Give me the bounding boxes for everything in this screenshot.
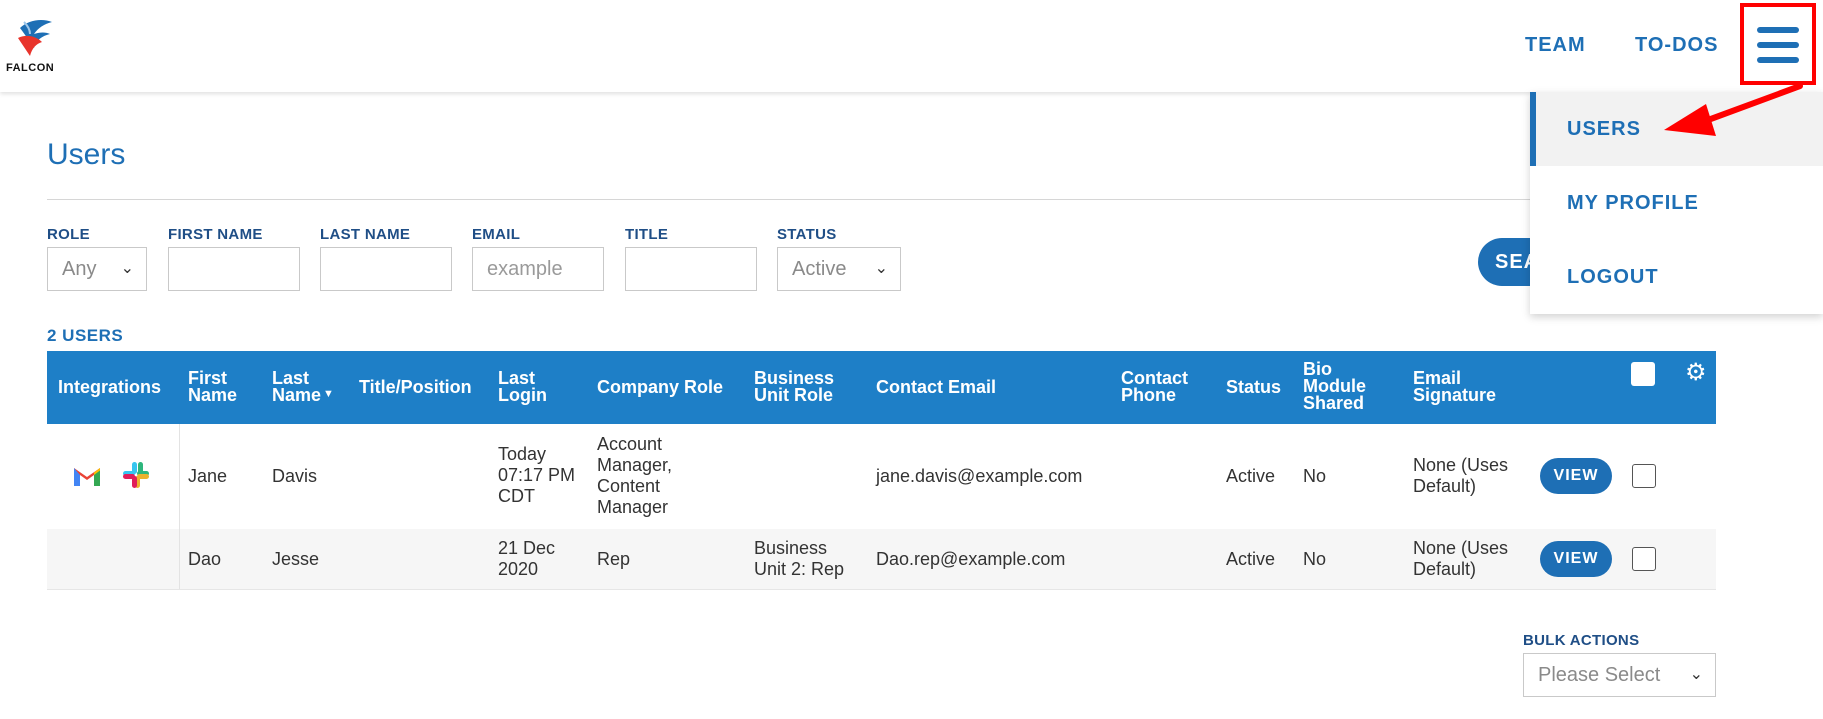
- col-integrations: Integrations: [58, 377, 162, 397]
- email-label: EMAIL: [472, 226, 521, 243]
- nav-team[interactable]: TEAM: [1525, 34, 1586, 57]
- annotation-arrow-icon: [1664, 83, 1803, 136]
- bulk-actions-label: BULK ACTIONS: [1523, 632, 1640, 649]
- cell-company-role-line: Manager,: [597, 455, 673, 475]
- hamburger-icon[interactable]: [1757, 27, 1799, 63]
- cell-last-name: Jesse: [272, 549, 320, 569]
- cell-status: Active: [1226, 466, 1276, 486]
- role-label: ROLE: [47, 226, 90, 243]
- cell-email-signature-line: Default): [1413, 559, 1477, 579]
- cell-last-login-line: Today: [498, 444, 547, 464]
- bulk-actions-select[interactable]: Please Select ⌄: [1523, 653, 1716, 697]
- table-header: Integrations First Name Last Name ▼ Title…: [47, 351, 1716, 424]
- table-row: Jane Davis Today 07:17 PM CDT Account Ma…: [47, 424, 1716, 530]
- cell-email-signature-line: None (Uses: [1413, 455, 1509, 475]
- cell-business-unit-role: Business Unit 2: Rep: [754, 538, 844, 580]
- col-email-signature-line: Signature: [1413, 385, 1497, 405]
- cell-company-role-line: Account: [597, 434, 663, 454]
- col-email-signature[interactable]: Email Signature: [1413, 369, 1497, 405]
- cell-email-signature-line: None (Uses: [1413, 538, 1509, 558]
- cell-last-name: Davis: [272, 466, 318, 486]
- falcon-logo[interactable]: FALCON: [6, 18, 66, 76]
- cell-email-signature: None (Uses Default): [1413, 455, 1508, 497]
- cell-last-login: 21 Dec 2020: [498, 538, 555, 580]
- page-title: Users: [47, 138, 126, 171]
- cell-contact-email: jane.davis@example.com: [876, 466, 1083, 486]
- col-business-unit-role-line: Unit Role: [754, 385, 833, 405]
- top-header: FALCON TEAM TO-DOS: [0, 0, 1823, 92]
- chevron-down-icon: ⌄: [120, 260, 134, 277]
- col-title-position[interactable]: Title/Position: [359, 378, 472, 396]
- cell-last-login-line: CDT: [498, 486, 535, 506]
- col-company-role[interactable]: Company Role: [597, 378, 723, 396]
- menu-highlight-box: [1740, 3, 1816, 85]
- col-contact-phone-line: Phone: [1121, 385, 1177, 405]
- sort-desc-icon: ▼: [323, 388, 334, 400]
- cell-contact-email: Dao.rep@example.com: [876, 549, 1066, 569]
- cell-last-login-line: 07:17 PM: [498, 465, 576, 485]
- role-select[interactable]: Any ⌄: [47, 247, 147, 291]
- view-button[interactable]: VIEW: [1540, 458, 1612, 494]
- title-label: TITLE: [625, 226, 669, 243]
- col-last-login-line: Login: [498, 385, 547, 405]
- table-row: Dao Jesse 21 Dec 2020 Rep Business Unit …: [47, 529, 1716, 590]
- col-first-name-line: Name: [188, 385, 238, 405]
- title-divider: [47, 199, 1547, 200]
- col-status[interactable]: Status: [1226, 378, 1281, 396]
- last-name-input[interactable]: [320, 247, 452, 291]
- select-all-checkbox[interactable]: [1631, 362, 1655, 386]
- col-contact-email[interactable]: Contact Email: [876, 378, 996, 396]
- first-name-label: FIRST NAME: [168, 226, 263, 243]
- row-checkbox[interactable]: [1632, 547, 1656, 571]
- col-last-name[interactable]: Last Name ▼: [272, 369, 334, 407]
- menu-item-logout[interactable]: LOGOUT: [1530, 240, 1823, 314]
- col-last-name-line: Name: [272, 385, 322, 405]
- col-bio-line: Shared: [1303, 393, 1365, 413]
- logo-text: FALCON: [6, 62, 55, 74]
- role-select-value: Any: [62, 258, 97, 280]
- status-label: STATUS: [777, 226, 837, 243]
- menu-item-my-profile[interactable]: MY PROFILE: [1530, 166, 1823, 240]
- col-contact-phone[interactable]: Contact Phone: [1121, 369, 1188, 405]
- column-divider: [179, 424, 180, 529]
- col-bio-module-shared[interactable]: Bio Module Shared: [1303, 360, 1366, 413]
- cell-bio-module-shared: No: [1303, 466, 1327, 486]
- first-name-input[interactable]: [168, 247, 300, 291]
- users-count: 2 USERS: [47, 326, 124, 345]
- col-business-unit-role[interactable]: Business Unit Role: [754, 369, 834, 405]
- gear-icon[interactable]: ⚙: [1685, 358, 1707, 387]
- cell-company-role: Rep: [597, 549, 631, 569]
- last-name-label: LAST NAME: [320, 226, 411, 243]
- column-divider: [179, 529, 180, 589]
- cell-bio-module-shared: No: [1303, 549, 1327, 569]
- view-button[interactable]: VIEW: [1540, 541, 1612, 577]
- cell-email-signature: None (Uses Default): [1413, 538, 1508, 580]
- cell-last-login: Today 07:17 PM CDT: [498, 444, 575, 507]
- cell-company-role-line: Manager: [597, 497, 669, 517]
- chevron-down-icon: ⌄: [1689, 666, 1703, 683]
- title-input[interactable]: [625, 247, 757, 291]
- row-checkbox[interactable]: [1632, 464, 1656, 488]
- bulk-actions-value: Please Select: [1538, 664, 1661, 686]
- gmail-icon[interactable]: [72, 464, 102, 488]
- email-input[interactable]: example: [472, 247, 604, 291]
- cell-first-name: Dao: [188, 549, 222, 569]
- cell-first-name: Jane: [188, 466, 228, 486]
- falcon-logo-icon: [18, 20, 52, 56]
- col-first-name[interactable]: First Name: [188, 369, 238, 405]
- cell-business-unit-role-line: Business: [754, 538, 828, 558]
- cell-email-signature-line: Default): [1413, 476, 1477, 496]
- status-select-value: Active: [792, 258, 847, 280]
- slack-icon[interactable]: [121, 460, 151, 490]
- col-last-login[interactable]: Last Login: [498, 369, 547, 405]
- cell-last-login-line: 21 Dec: [498, 538, 556, 558]
- cell-company-role-line: Content: [597, 476, 661, 496]
- cell-business-unit-role-line: Unit 2: Rep: [754, 559, 845, 579]
- cell-status: Active: [1226, 549, 1276, 569]
- cell-company-role: Account Manager, Content Manager: [597, 434, 672, 518]
- cell-last-login-line: 2020: [498, 559, 539, 579]
- nav-todos[interactable]: TO-DOS: [1635, 34, 1718, 57]
- chevron-down-icon: ⌄: [874, 260, 888, 277]
- status-select[interactable]: Active ⌄: [777, 247, 901, 291]
